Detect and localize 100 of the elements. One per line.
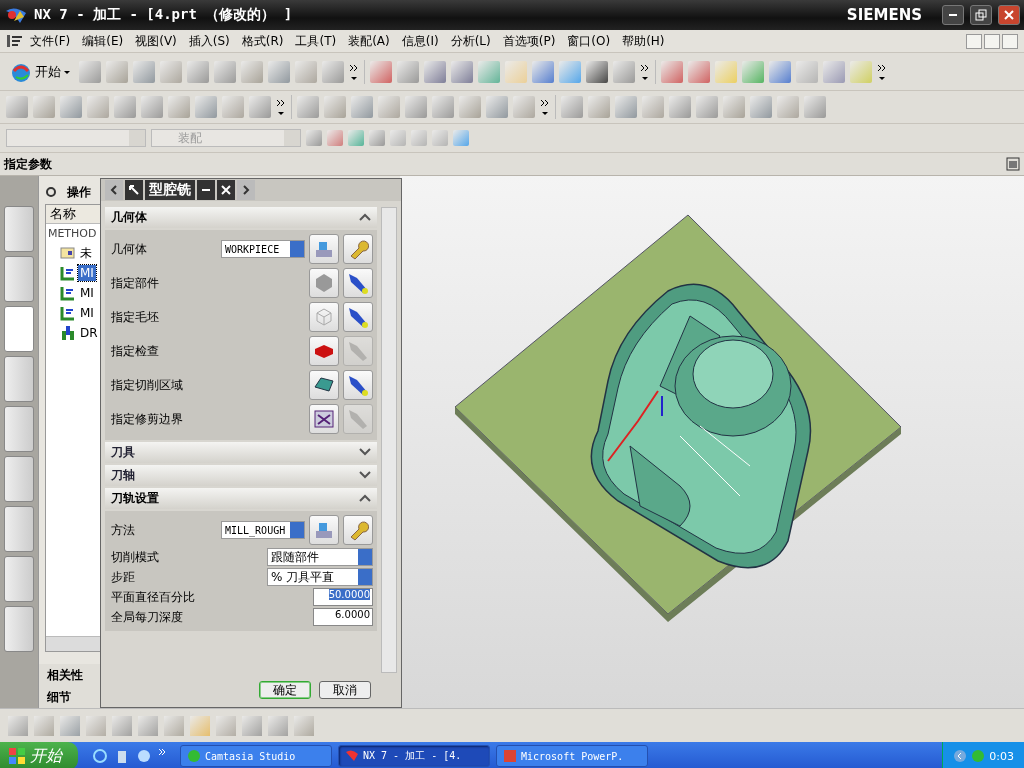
clock-text: 0:03 [989, 749, 1014, 763]
dropdown[interactable]: % 刀具平直 [267, 568, 373, 586]
menu-grip-icon [6, 33, 24, 49]
minimize-button[interactable] [942, 5, 964, 25]
field-label: 指定部件 [111, 274, 160, 292]
drill-icon [59, 325, 76, 341]
field-label: 切削模式 [111, 548, 160, 566]
tree-item[interactable]: MI [77, 285, 96, 301]
toolbar-icon[interactable] [370, 60, 392, 83]
edit-button[interactable] [309, 515, 339, 545]
select-button[interactable] [309, 336, 339, 366]
close-button[interactable] [217, 180, 235, 200]
menu-item[interactable]: 分析(L) [444, 30, 497, 52]
scrollbar[interactable] [381, 207, 397, 673]
menu-item[interactable]: 编辑(E) [76, 30, 130, 52]
minimize-button[interactable] [197, 180, 215, 200]
resource-tab[interactable] [3, 606, 34, 652]
menu-item[interactable]: 插入(S) [182, 30, 236, 52]
toolbar-icon[interactable] [424, 60, 446, 83]
next-button[interactable] [237, 180, 255, 200]
start-button[interactable]: 开始 [0, 742, 78, 768]
brand-label: SIEMENS [846, 6, 922, 24]
field-label: 指定检查 [111, 342, 160, 360]
previous-button[interactable] [105, 180, 123, 200]
number-field[interactable]: 50.0000 [313, 588, 373, 606]
tree-item[interactable]: MI [77, 305, 96, 321]
field-label: 指定毛坯 [111, 308, 160, 326]
overflow-chevron-icon [158, 748, 166, 756]
menu-item[interactable]: 装配(A) [342, 30, 396, 52]
select-button[interactable] [309, 404, 339, 434]
cue-line-text: 指定参数 [4, 155, 52, 173]
caret-icon [64, 68, 70, 75]
restore-button[interactable] [970, 5, 992, 25]
section-header[interactable]: 刀轴 [111, 467, 135, 484]
resource-tab[interactable] [3, 256, 34, 302]
operation-icon [59, 305, 76, 321]
operation-icon [59, 285, 76, 301]
section-header[interactable]: 几何体 [111, 209, 147, 226]
toolbar-icon[interactable] [688, 60, 710, 83]
flashlight-icon [346, 407, 370, 431]
field-label: 步距 [111, 568, 136, 586]
section-header[interactable]: 刀具 [111, 444, 135, 461]
display-button[interactable] [343, 370, 373, 400]
type-filter-dropdown[interactable] [6, 129, 146, 147]
tree-item[interactable]: MI [77, 265, 96, 281]
resource-tab[interactable] [3, 456, 34, 502]
toolbar-icon[interactable] [532, 60, 554, 83]
pin-button[interactable] [125, 180, 143, 200]
section-header[interactable]: 刀轨设置 [111, 490, 159, 507]
dropdown[interactable]: MILL_ROUGH [221, 521, 305, 539]
taskbar-button[interactable]: Camtasia Studio [180, 745, 332, 767]
resource-tab[interactable] [3, 506, 34, 552]
toolbar-icon[interactable] [451, 60, 473, 83]
flashlight-icon [346, 373, 370, 397]
menu-item[interactable]: 窗口(O) [561, 30, 617, 52]
toolbar-icon[interactable] [769, 60, 791, 83]
resource-tab[interactable] [3, 406, 34, 452]
taskbar-button[interactable]: NX 7 - 加工 - [4. [338, 745, 490, 767]
restore-icon [975, 9, 987, 21]
ok-button[interactable]: 确定 [259, 681, 311, 699]
resource-tab[interactable] [3, 206, 34, 252]
flashlight-icon [346, 305, 370, 329]
tree-item[interactable]: 未 [77, 243, 94, 263]
edit-button[interactable] [343, 234, 373, 264]
display-button[interactable] [343, 302, 373, 332]
cancel-button[interactable]: 取消 [319, 681, 371, 699]
dropdown[interactable]: 跟随部件 [267, 548, 373, 566]
menu-item[interactable]: 信息(I) [395, 30, 445, 52]
overflow-chevron-icon [540, 97, 550, 117]
menu-item[interactable]: 视图(V) [129, 30, 183, 52]
resource-tab[interactable] [3, 556, 34, 602]
select-button[interactable] [309, 370, 339, 400]
menu-item[interactable]: 首选项(P) [496, 30, 562, 52]
edit-button[interactable] [343, 515, 373, 545]
menu-item[interactable]: 文件(F) [24, 30, 77, 52]
dropdown[interactable]: WORKPIECE [221, 240, 305, 258]
close-button[interactable] [998, 5, 1020, 25]
flashlight-icon [346, 271, 370, 295]
start-menu-button[interactable]: 开始 [6, 60, 74, 83]
tree-item[interactable]: DR [77, 325, 100, 341]
toolbar-icon[interactable] [661, 60, 683, 83]
toolbar-icon[interactable] [586, 60, 608, 83]
folder-icon [59, 245, 76, 261]
tree-item[interactable]: METHOD [47, 227, 97, 240]
overflow-chevron-icon [276, 97, 286, 117]
resource-tab[interactable] [3, 356, 34, 402]
resource-tab[interactable] [3, 306, 34, 352]
graphics-viewport[interactable] [400, 176, 1024, 708]
menu-item[interactable]: 工具(T) [289, 30, 343, 52]
window-icon [1006, 157, 1020, 171]
taskbar-button[interactable]: Microsoft PowerP. [496, 745, 648, 767]
display-button[interactable] [343, 268, 373, 298]
windows-flag-icon [8, 747, 26, 765]
operation-icon [59, 265, 76, 281]
number-field[interactable]: 6.0000 [313, 608, 373, 626]
close-icon [1003, 9, 1015, 21]
menu-item[interactable]: 帮助(H) [616, 30, 671, 52]
menu-item[interactable]: 格式(R) [235, 30, 290, 52]
circle-icon [187, 749, 201, 763]
edit-button[interactable] [309, 234, 339, 264]
